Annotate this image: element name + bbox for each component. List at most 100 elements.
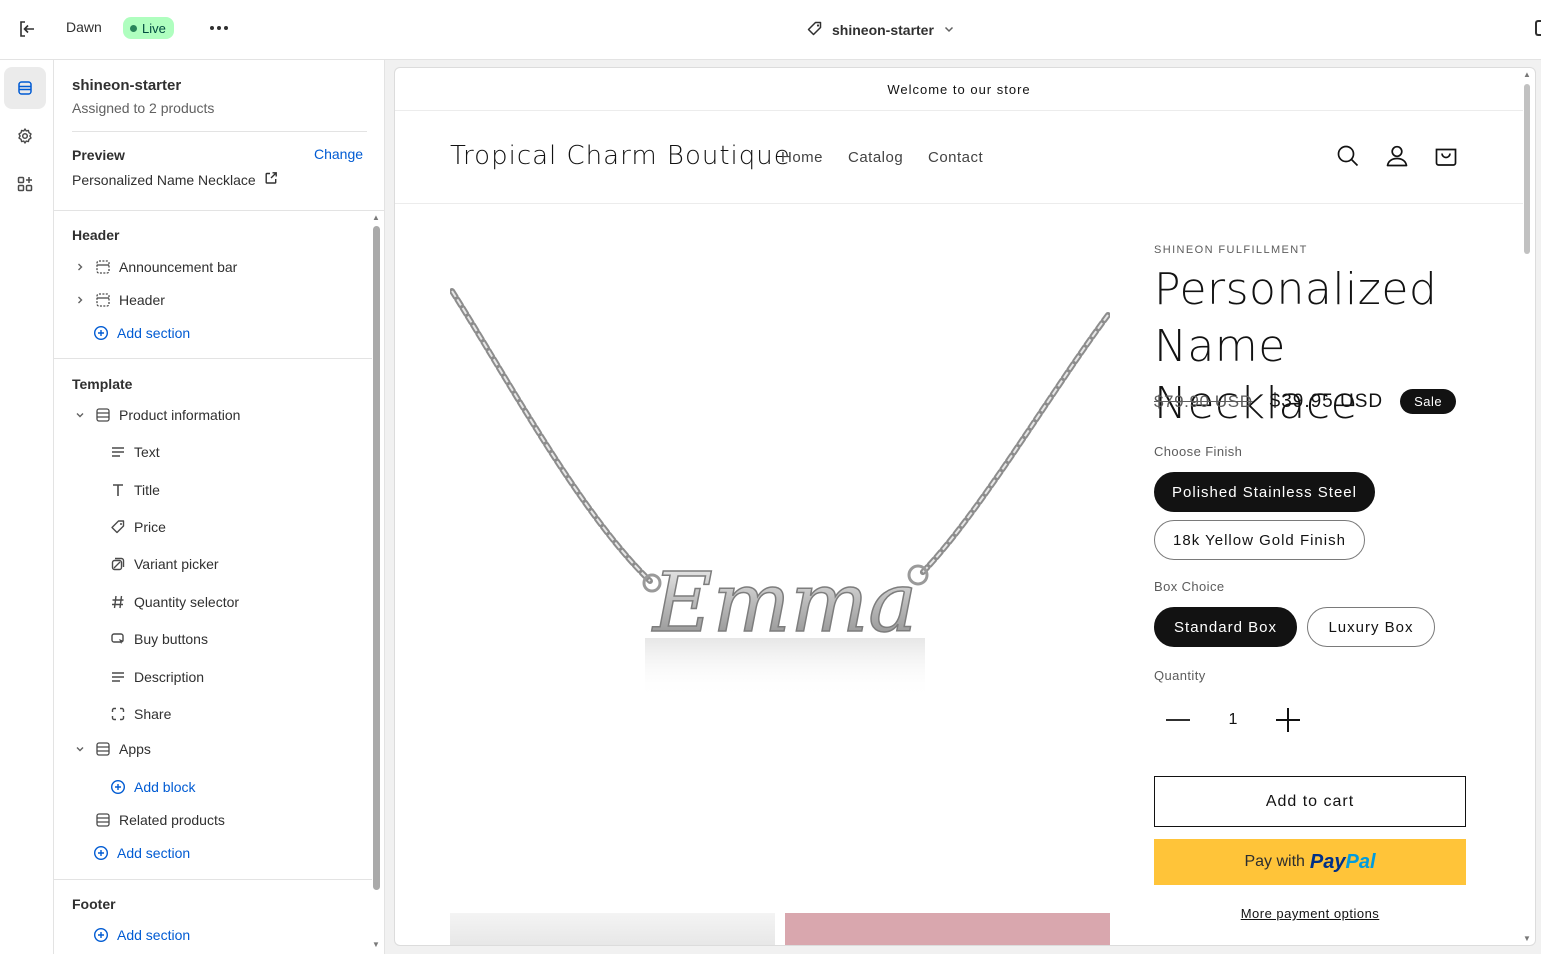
block-description[interactable]: Description: [109, 664, 204, 690]
device-toggle-icon[interactable]: [1535, 20, 1541, 36]
quantity-decrease-button[interactable]: [1164, 706, 1192, 734]
chevron-right-icon[interactable]: [72, 295, 88, 305]
section-announcement-bar[interactable]: Announcement bar: [72, 254, 237, 280]
quantity-increase-button[interactable]: [1274, 706, 1302, 734]
box-label: Box Choice: [1154, 579, 1225, 594]
scroll-down-icon[interactable]: ▼: [1523, 934, 1531, 943]
section-label: Product information: [119, 407, 241, 423]
title-t-icon: [109, 481, 127, 499]
block-label: Quantity selector: [134, 594, 240, 610]
share-frame-icon: [109, 705, 127, 723]
product-image[interactable]: Emma: [449, 283, 1111, 723]
status-dot-icon: [130, 24, 137, 32]
icon-rail: [0, 60, 54, 954]
section-product-information[interactable]: Product information: [72, 402, 240, 428]
block-title[interactable]: Title: [109, 477, 160, 503]
box-option-luxury[interactable]: Luxury Box: [1307, 607, 1435, 647]
sections-sidebar: shineon-starter Assigned to 2 products P…: [54, 60, 385, 954]
more-actions-icon[interactable]: [207, 16, 231, 40]
section-apps[interactable]: Apps: [72, 736, 151, 762]
add-section-label: Add section: [117, 325, 191, 341]
nav-home[interactable]: Home: [781, 149, 823, 166]
header-group-heading: Header: [72, 227, 120, 243]
variant-picker-icon: [109, 555, 127, 573]
account-icon[interactable]: [1384, 143, 1410, 169]
block-buy-buttons[interactable]: Buy buttons: [109, 626, 208, 652]
cart-icon[interactable]: [1433, 143, 1459, 169]
sale-badge: Sale: [1400, 389, 1457, 414]
block-label: Share: [134, 706, 172, 722]
sidebar-scrollbar[interactable]: [373, 226, 380, 890]
block-label: Buy buttons: [134, 631, 208, 647]
section-icon: [94, 740, 112, 758]
announcement-text: Welcome to our store: [887, 81, 1031, 97]
section-header[interactable]: Header: [72, 287, 165, 313]
box-option-standard[interactable]: Standard Box: [1154, 607, 1297, 647]
template-selector[interactable]: shineon-starter: [806, 18, 956, 42]
nav-contact[interactable]: Contact: [928, 149, 983, 166]
pendant-name: Emma: [651, 556, 917, 651]
chevron-down-icon: [942, 22, 956, 39]
preview-product-link[interactable]: Personalized Name Necklace: [72, 171, 278, 188]
block-quantity-selector[interactable]: Quantity selector: [109, 589, 239, 615]
preview-scrollbar[interactable]: [1524, 84, 1530, 254]
scroll-down-icon[interactable]: ▼: [372, 940, 380, 949]
divider: [54, 879, 372, 880]
block-label: Title: [134, 482, 160, 498]
chevron-down-icon[interactable]: [72, 744, 88, 754]
section-icon: [94, 258, 112, 276]
block-label: Price: [134, 519, 166, 535]
tag-icon: [806, 20, 824, 41]
block-label: Variant picker: [134, 556, 219, 572]
section-icon: [94, 811, 112, 829]
store-preview: Welcome to our store Tropical Charm Bout…: [394, 67, 1536, 946]
more-payment-options-link[interactable]: More payment options: [1154, 906, 1466, 921]
scroll-up-icon[interactable]: ▲: [372, 213, 380, 222]
add-section-template-button[interactable]: Add section: [92, 840, 190, 866]
block-variant-picker[interactable]: Variant picker: [109, 551, 219, 577]
scroll-up-icon[interactable]: ▲: [1523, 70, 1531, 79]
product-vendor: SHINEON FULFILLMENT: [1154, 244, 1308, 256]
chevron-down-icon[interactable]: [72, 410, 88, 420]
block-share[interactable]: Share: [109, 701, 171, 727]
paypal-button[interactable]: Pay with PayPal: [1154, 839, 1466, 885]
finish-label: Choose Finish: [1154, 444, 1243, 459]
settings-icon[interactable]: [4, 115, 46, 157]
search-icon[interactable]: [1335, 143, 1361, 169]
divider: [72, 131, 367, 132]
preview-heading: Preview: [72, 147, 125, 163]
add-block-button[interactable]: Add block: [109, 774, 195, 800]
store-logo[interactable]: Tropical Charm Boutique: [450, 141, 791, 171]
plus-circle-icon: [92, 926, 110, 944]
add-section-header-button[interactable]: Add section: [92, 320, 190, 346]
template-group-heading: Template: [72, 376, 133, 392]
text-lines-icon: [109, 668, 127, 686]
price-row: $79.90 USD $39.95 USD Sale: [1154, 389, 1457, 414]
sections-icon[interactable]: [4, 67, 46, 109]
nav-catalog[interactable]: Catalog: [848, 149, 903, 166]
external-link-icon: [264, 171, 278, 188]
block-text[interactable]: Text: [109, 439, 160, 465]
finish-option-gold[interactable]: 18k Yellow Gold Finish: [1154, 520, 1365, 560]
quantity-input[interactable]: 1: [1228, 711, 1238, 729]
add-section-footer-button[interactable]: Add section: [92, 922, 190, 948]
template-title: shineon-starter: [72, 77, 182, 94]
announcement-bar: Welcome to our store: [395, 68, 1523, 111]
change-preview-link[interactable]: Change: [314, 146, 363, 162]
store-header: Tropical Charm Boutique Home Catalog Con…: [395, 111, 1523, 204]
exit-icon[interactable]: [16, 18, 38, 40]
add-to-cart-button[interactable]: Add to cart: [1154, 776, 1466, 827]
product-thumbnail[interactable]: [450, 913, 775, 945]
section-related-products[interactable]: Related products: [94, 807, 225, 833]
block-price[interactable]: Price: [109, 514, 166, 540]
section-icon: [94, 406, 112, 424]
template-assignment: Assigned to 2 products: [72, 100, 215, 116]
apps-icon[interactable]: [4, 163, 46, 205]
product-thumbnail[interactable]: [785, 913, 1110, 945]
section-label: Header: [119, 292, 165, 308]
chevron-right-icon[interactable]: [72, 262, 88, 272]
finish-option-polished[interactable]: Polished Stainless Steel: [1154, 472, 1375, 512]
theme-name: Dawn: [66, 19, 102, 35]
preview-product-name: Personalized Name Necklace: [72, 171, 256, 188]
block-label: Description: [134, 669, 205, 685]
